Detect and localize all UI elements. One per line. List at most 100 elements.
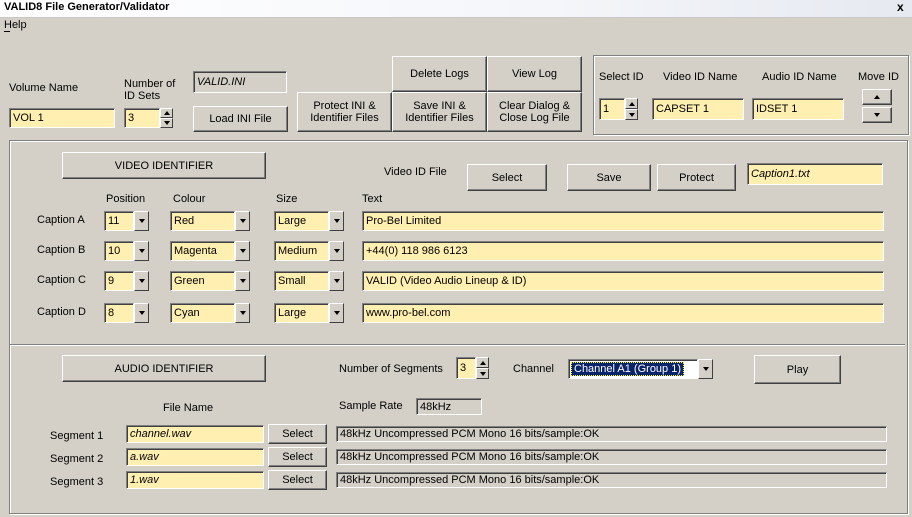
size-value[interactable]: Medium xyxy=(274,241,329,261)
load-ini-button[interactable]: Load INI File xyxy=(193,106,288,132)
size-value[interactable]: Large xyxy=(274,303,329,323)
colour-dropdown[interactable]: Magenta xyxy=(170,241,250,261)
channel-value[interactable]: Channel A1 (Group 1) xyxy=(571,362,685,376)
colour-dropdown[interactable]: Green xyxy=(170,271,250,291)
channel-field[interactable]: Channel A1 (Group 1) xyxy=(568,359,698,379)
segment-file-field[interactable]: 1.wav xyxy=(126,471,264,489)
chevron-down-icon[interactable] xyxy=(134,303,149,323)
view-log-button[interactable]: View Log xyxy=(487,56,582,92)
segments-spinner[interactable]: 3 xyxy=(456,357,489,379)
video-id-file-field[interactable]: Caption1.txt xyxy=(747,163,883,185)
position-value[interactable]: 11 xyxy=(104,211,134,231)
protect-ini-line-1: Protect INI & xyxy=(313,100,376,112)
colour-value[interactable]: Magenta xyxy=(170,241,235,261)
close-button[interactable]: x xyxy=(897,0,904,14)
position-dropdown[interactable]: 11 xyxy=(104,211,149,231)
select-id-spinner[interactable]: 1 xyxy=(599,98,638,120)
select-id-value[interactable]: 1 xyxy=(599,98,625,120)
id-sets-spinner[interactable]: 3 xyxy=(124,108,173,128)
id-sets-spin-buttons[interactable] xyxy=(160,108,173,128)
caption-text-field[interactable]: www.pro-bel.com xyxy=(362,303,884,323)
colour-column-header: Colour xyxy=(173,193,206,205)
segment-select-button[interactable]: Select xyxy=(268,424,327,444)
size-value[interactable]: Large xyxy=(274,211,329,231)
position-value[interactable]: 8 xyxy=(104,303,134,323)
spin-down-icon[interactable] xyxy=(476,368,489,379)
delete-logs-button[interactable]: Delete Logs xyxy=(392,56,487,92)
clear-dialog-line-2: Close Log File xyxy=(499,112,570,124)
video-select-button[interactable]: Select xyxy=(467,164,547,191)
video-id-file-label: Video ID File xyxy=(384,166,447,178)
position-dropdown[interactable]: 8 xyxy=(104,303,149,323)
chevron-down-icon[interactable] xyxy=(235,241,250,261)
colour-value[interactable]: Green xyxy=(170,271,235,291)
position-dropdown[interactable]: 9 xyxy=(104,271,149,291)
chevron-down-icon[interactable] xyxy=(134,271,149,291)
video-id-name-field[interactable]: CAPSET 1 xyxy=(652,98,744,120)
save-ini-line-2: Identifier Files xyxy=(405,112,474,124)
size-dropdown[interactable]: Large xyxy=(274,303,344,323)
segments-value[interactable]: 3 xyxy=(456,357,476,379)
clear-dialog-button[interactable]: Clear Dialog & Close Log File xyxy=(487,92,582,132)
select-id-spin-buttons[interactable] xyxy=(625,98,638,120)
spin-up-icon[interactable] xyxy=(476,357,489,368)
audio-id-name-field[interactable]: IDSET 1 xyxy=(752,98,844,120)
colour-dropdown[interactable]: Red xyxy=(170,211,250,231)
chevron-down-icon[interactable] xyxy=(134,211,149,231)
size-dropdown[interactable]: Large xyxy=(274,211,344,231)
save-ini-button[interactable]: Save INI & Identifier Files xyxy=(392,92,487,132)
colour-value[interactable]: Red xyxy=(170,211,235,231)
video-protect-button[interactable]: Protect xyxy=(657,164,736,191)
id-sets-label-2: ID Sets xyxy=(124,90,161,102)
menu-help[interactable]: Help xyxy=(4,19,27,31)
protect-ini-button[interactable]: Protect INI & Identifier Files xyxy=(297,92,392,132)
caption-text-field[interactable]: +44(0) 118 986 6123 xyxy=(362,241,884,261)
segment-status-field: 48kHz Uncompressed PCM Mono 16 bits/samp… xyxy=(336,449,887,465)
move-up-button[interactable] xyxy=(862,89,892,105)
video-id-name-label: Video ID Name xyxy=(663,71,738,83)
caption-text-field[interactable]: Pro-Bel Limited xyxy=(362,211,884,231)
id-sets-label-1: Number of xyxy=(124,78,176,90)
caption-label: Caption B xyxy=(37,244,86,256)
segment-file-field[interactable]: a.wav xyxy=(126,448,264,466)
window-title: VALID8 File Generator/Validator xyxy=(4,1,170,13)
channel-dropdown[interactable]: Channel A1 (Group 1) xyxy=(568,359,713,379)
size-dropdown[interactable]: Medium xyxy=(274,241,344,261)
size-value[interactable]: Small xyxy=(274,271,329,291)
caption-text-field[interactable]: VALID (Video Audio Lineup & ID) xyxy=(362,271,884,291)
move-down-button[interactable] xyxy=(862,107,892,123)
chevron-down-icon[interactable] xyxy=(329,303,344,323)
play-button[interactable]: Play xyxy=(754,355,841,384)
audio-id-name-label: Audio ID Name xyxy=(762,71,837,83)
chevron-down-icon[interactable] xyxy=(698,359,713,379)
size-dropdown[interactable]: Small xyxy=(274,271,344,291)
segment-select-button[interactable]: Select xyxy=(268,470,327,490)
spin-down-icon[interactable] xyxy=(160,118,173,128)
ini-file-name: VALID.INI xyxy=(193,71,287,93)
video-save-button[interactable]: Save xyxy=(567,164,651,191)
colour-value[interactable]: Cyan xyxy=(170,303,235,323)
spin-up-icon[interactable] xyxy=(160,108,173,118)
spin-down-icon[interactable] xyxy=(625,109,638,120)
arrow-down-icon xyxy=(874,113,880,117)
chevron-down-icon[interactable] xyxy=(329,241,344,261)
volume-name-field[interactable]: VOL 1 xyxy=(9,108,115,128)
save-ini-line-1: Save INI & xyxy=(413,100,466,112)
position-value[interactable]: 10 xyxy=(104,241,134,261)
spin-up-icon[interactable] xyxy=(625,98,638,109)
chevron-down-icon[interactable] xyxy=(235,271,250,291)
chevron-down-icon[interactable] xyxy=(134,241,149,261)
id-sets-value[interactable]: 3 xyxy=(124,108,160,128)
channel-label: Channel xyxy=(513,363,554,375)
segment-select-button[interactable]: Select xyxy=(268,447,327,467)
chevron-down-icon[interactable] xyxy=(329,271,344,291)
chevron-down-icon[interactable] xyxy=(235,303,250,323)
position-value[interactable]: 9 xyxy=(104,271,134,291)
protect-ini-line-2: Identifier Files xyxy=(310,112,379,124)
chevron-down-icon[interactable] xyxy=(329,211,344,231)
chevron-down-icon[interactable] xyxy=(235,211,250,231)
segments-spin-buttons[interactable] xyxy=(476,357,489,379)
segment-file-field[interactable]: channel.wav xyxy=(126,425,264,443)
colour-dropdown[interactable]: Cyan xyxy=(170,303,250,323)
position-dropdown[interactable]: 10 xyxy=(104,241,149,261)
